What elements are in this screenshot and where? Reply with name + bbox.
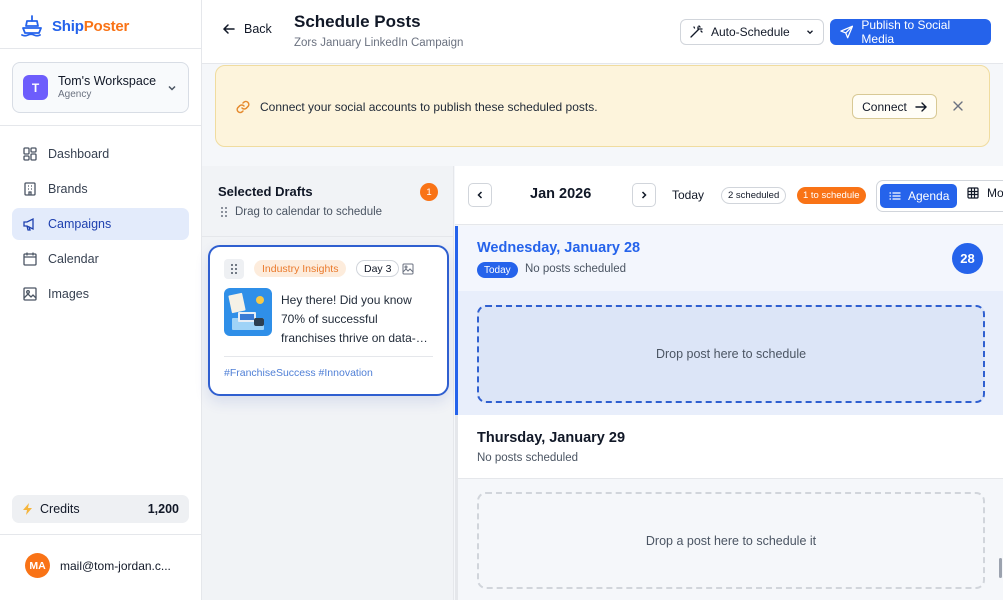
drafts-title: Selected Drafts (218, 184, 313, 199)
building-icon (24, 182, 36, 196)
post-thumbnail (224, 288, 272, 336)
chevron-left-icon (477, 191, 483, 199)
post-text: Hey there! Did you know 70% of successfu… (281, 293, 416, 345)
draft-card[interactable]: Industry Insights Day 3 Hey there! Did y… (208, 245, 449, 396)
sidebar-item-images[interactable]: Images (12, 278, 189, 310)
publish-button[interactable]: Publish to Social Media (830, 18, 991, 46)
brand-logo[interactable]: ShipPoster (20, 12, 129, 40)
day-number-badge: 28 (952, 243, 983, 274)
link-icon (236, 100, 250, 114)
sidebar-nav: Dashboard Brands Campaigns Calendar Imag… (12, 138, 189, 313)
workspace-avatar: T (23, 75, 48, 100)
back-button[interactable]: Back (222, 22, 272, 36)
scrollbar[interactable] (999, 558, 1002, 578)
today-badge: Today (477, 262, 518, 278)
connect-label: Connect (862, 99, 907, 114)
sidebar-item-label: Images (48, 287, 89, 301)
drafts-hint: Drag to calendar to schedule (220, 206, 382, 218)
credits-value: 1,200 (147, 502, 179, 516)
today-button[interactable]: Today (672, 188, 704, 202)
workspace-switcher[interactable]: T Tom's Workspace Agency (12, 62, 189, 113)
drafts-count-badge: 1 (420, 183, 438, 201)
megaphone-icon (23, 217, 34, 231)
drag-handle-icon[interactable] (224, 259, 244, 279)
day-status: No posts scheduled (525, 263, 627, 275)
sidebar-item-dashboard[interactable]: Dashboard (12, 138, 189, 170)
close-icon[interactable] (952, 100, 964, 112)
view-toggle: Agenda Month (876, 180, 1003, 212)
back-label: Back (244, 22, 272, 36)
auto-schedule-label: Auto-Schedule (711, 25, 790, 39)
post-hashtags: #FranchiseSuccess #Innovation (224, 367, 373, 379)
sidebar-item-campaigns[interactable]: Campaigns (12, 208, 189, 240)
chevron-right-icon (641, 191, 647, 199)
image-icon (402, 263, 414, 275)
to-schedule-count-pill: 1 to schedule (797, 187, 866, 204)
calendar-icon (23, 252, 37, 266)
image-icon (23, 287, 37, 301)
user-menu[interactable]: MA mail@tom-jordan.c... (25, 553, 171, 578)
user-email: mail@tom-jordan.c... (60, 558, 171, 573)
workspace-name: Tom's Workspace (58, 73, 157, 88)
send-icon (840, 25, 854, 39)
drag-handle-icon (221, 207, 227, 217)
month-label: Jan 2026 (530, 186, 592, 202)
sidebar-item-label: Campaigns (48, 217, 112, 231)
agenda-day-today: Wednesday, January 28 Today No posts sch… (455, 226, 1003, 415)
day-title: Thursday, January 29 (477, 430, 626, 446)
publish-label: Publish to Social Media (861, 18, 951, 46)
auto-schedule-button[interactable]: Auto-Schedule (680, 19, 824, 45)
next-month-button[interactable] (632, 183, 656, 207)
list-icon (889, 192, 901, 200)
sidebar: ShipPoster T Tom's Workspace Agency Dash… (0, 0, 202, 600)
avatar: MA (25, 553, 50, 578)
sidebar-item-calendar[interactable]: Calendar (12, 243, 189, 275)
sidebar-item-brands[interactable]: Brands (12, 173, 189, 205)
credits-label: Credits (40, 502, 80, 516)
connect-accounts-banner: Connect your social accounts to publish … (215, 65, 990, 147)
prev-month-button[interactable] (468, 183, 492, 207)
agenda-list: Wednesday, January 28 Today No posts sch… (455, 226, 1003, 600)
page-header: Back Schedule Posts Zors January LinkedI… (202, 0, 1003, 64)
brand-name: ShipPoster (52, 17, 130, 35)
chevron-down-icon (168, 85, 176, 91)
sidebar-item-label: Calendar (48, 252, 99, 266)
day-tag: Day 3 (356, 260, 400, 277)
ship-logo-icon (21, 15, 42, 37)
banner-message: Connect your social accounts to publish … (260, 100, 598, 114)
day-title: Wednesday, January 28 (477, 240, 641, 256)
sidebar-item-label: Dashboard (48, 147, 110, 161)
dashboard-icon (23, 147, 37, 161)
scheduled-count-pill: 2 scheduled (721, 187, 787, 204)
view-month-button[interactable]: Month (967, 186, 1003, 200)
lightning-icon (23, 503, 32, 515)
page-title: Schedule Posts (294, 12, 421, 31)
calendar-toolbar: Jan 2026 Today 2 scheduled 1 to schedule… (455, 166, 1003, 225)
magic-wand-icon (690, 25, 703, 38)
credits-box: Credits 1,200 (12, 495, 189, 523)
arrow-left-icon (222, 24, 235, 34)
agenda-day: Thursday, January 29 No posts scheduled … (455, 415, 1003, 600)
drop-zone[interactable]: Drop a post here to schedule it (477, 492, 985, 589)
view-agenda-button[interactable]: Agenda (880, 184, 957, 208)
arrow-right-icon (915, 101, 927, 112)
drop-zone[interactable]: Drop post here to schedule (477, 305, 985, 403)
connect-button[interactable]: Connect (852, 94, 937, 119)
sidebar-item-label: Brands (48, 182, 88, 196)
day-status: No posts scheduled (477, 452, 579, 464)
grid-icon (967, 187, 979, 199)
category-tag: Industry Insights (254, 260, 347, 277)
workspace-plan: Agency (58, 89, 92, 101)
chevron-down-icon (807, 30, 813, 35)
drafts-panel: Selected Drafts 1 Drag to calendar to sc… (202, 166, 454, 600)
page-subtitle: Zors January LinkedIn Campaign (294, 37, 464, 49)
